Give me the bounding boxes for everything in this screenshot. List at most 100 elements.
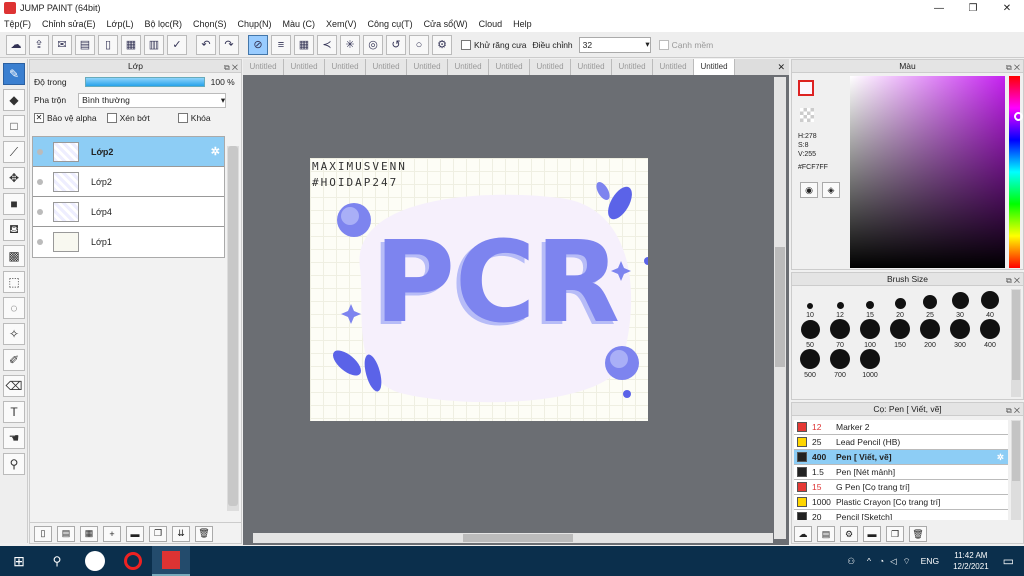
export-icon[interactable]: ⇪ [29,34,49,55]
maximize-button[interactable]: ❐ [956,0,990,16]
doc-tab[interactable]: Untitled [325,59,366,75]
clock[interactable]: 11:42 AM 12/2/2021 [953,550,989,572]
antialias-toggle[interactable]: Khử răng cưa [461,39,527,50]
panel-float-close-icon[interactable]: ⧉ ✕ [1006,61,1020,74]
cloud-brush-icon[interactable]: ☁ [794,526,812,542]
brush-item[interactable]: 1.5 Pen [Nét mảnh] [794,465,1008,480]
visibility-icon[interactable] [37,178,43,185]
doc-tab[interactable]: Untitled [243,59,284,75]
brush-size-option[interactable]: 25 [915,289,945,319]
search-icon[interactable]: ⚲ [38,546,76,576]
transparent-swatch[interactable] [800,108,814,122]
doc-tab[interactable]: Untitled [448,59,489,75]
brush-list-scrollbar[interactable] [1011,420,1021,520]
bucket-tool-icon[interactable]: ⛾ [3,219,25,241]
snap-settings-icon[interactable]: ⚙ [432,34,452,55]
move-tool-icon[interactable]: ✥ [3,167,25,189]
hue-handle[interactable] [1014,112,1023,121]
comment-icon[interactable]: ✉ [52,34,72,55]
layer-item[interactable]: Lớp2 ✲ [33,137,224,167]
ellipse-snap-icon[interactable]: ○ [409,34,429,55]
gear-icon[interactable]: ✲ [211,145,220,158]
palette-edit-icon[interactable]: ◈ [822,182,840,198]
people-icon[interactable]: ⚇ [847,556,855,567]
brush-folder-icon[interactable]: ▬ [863,526,881,542]
menu-view[interactable]: Xem(V) [326,19,357,29]
brush-item[interactable]: 20 Pencil [Sketch] [794,510,1008,520]
duplicate-icon[interactable]: ❐ [149,525,167,542]
menu-help[interactable]: Help [513,19,532,29]
gradient-tool-icon[interactable]: ▩ [3,245,25,267]
speaker-icon[interactable]: ◁ [890,556,897,567]
brush-item[interactable]: 25 Lead Pencil (HB) [794,435,1008,450]
opacity-slider[interactable] [84,77,205,87]
panel-float-close-icon[interactable]: ⧉ ✕ [1006,404,1020,417]
doc-tab[interactable]: Untitled [571,59,612,75]
concentric-snap-icon[interactable]: ◎ [363,34,383,55]
menu-color[interactable]: Màu (C) [283,19,316,29]
undo-icon[interactable]: ↶ [196,34,216,55]
menu-cloud[interactable]: Cloud [479,19,503,29]
antialias-checkbox[interactable] [461,39,471,50]
message-icon[interactable]: ▤ [75,34,95,55]
brush-size-option[interactable]: 15 [855,289,885,319]
doc-tab-active[interactable]: Untitled [694,59,735,75]
brush-size-option[interactable]: 700 [825,349,855,379]
menu-file[interactable]: Tệp(F) [4,19,31,29]
new-layer-icon[interactable]: ▯ [34,525,52,542]
minimize-button[interactable]: — [922,0,956,16]
page-icon[interactable]: ▯ [98,34,118,55]
brush-size-option[interactable]: 500 [795,349,825,379]
visibility-icon[interactable] [37,148,43,155]
cloud-save-icon[interactable]: ☁ [6,34,26,55]
brush-size-scrollbar[interactable] [1011,289,1021,397]
doc-tab[interactable]: Untitled [284,59,325,75]
curve-snap-icon[interactable]: ↺ [386,34,406,55]
close-button[interactable]: ✕ [990,0,1024,16]
pen-tool-icon[interactable]: ✎ [3,63,25,85]
brush-size-option[interactable]: 70 [825,319,855,349]
doc-tab[interactable]: Untitled [653,59,694,75]
palette-icon[interactable]: ◉ [800,182,818,198]
magic-wand-tool-icon[interactable]: ✧ [3,323,25,345]
grid-snap-icon[interactable]: ▦ [294,34,314,55]
brush-size-option[interactable]: 300 [945,319,975,349]
add-brush-icon[interactable]: ▤ [817,526,835,542]
jump-paint-app-icon[interactable] [152,546,190,576]
menu-capture[interactable]: Chụp(N) [238,19,272,29]
visibility-icon[interactable] [37,239,43,245]
hue-slider[interactable] [1009,76,1020,268]
menu-edit[interactable]: Chỉnh sửa(E) [42,19,96,29]
smooth-select[interactable]: 32 ▾ [578,36,651,53]
layer-item[interactable]: Lớp4 [33,197,224,227]
menu-filter[interactable]: Bộ lọc(R) [144,19,182,29]
brush-size-option[interactable]: 40 [975,289,1005,319]
zalo-app-icon[interactable] [76,546,114,576]
brush-item[interactable]: 12 Marker 2 [794,420,1008,435]
brush-size-option[interactable]: 12 [825,289,855,319]
brush-size-option[interactable]: 50 [795,319,825,349]
rect-select-tool-icon[interactable]: ⬚ [3,271,25,293]
lock-checkbox[interactable] [177,113,188,123]
brush-size-option[interactable]: 10 [795,289,825,319]
trash-icon[interactable]: 🗑 [909,526,927,542]
visibility-icon[interactable] [37,208,43,215]
layer-item[interactable]: Lớp2 [33,167,224,197]
folder-icon[interactable]: ▬ [126,525,144,542]
burst-snap-icon[interactable]: ✳ [340,34,360,55]
menu-tools[interactable]: Công cụ(T) [368,19,413,29]
select-eraser-tool-icon[interactable]: ⌫ [3,375,25,397]
fill-rect-tool-icon[interactable]: ■ [3,193,25,215]
brush-item[interactable]: 400 Pen [ Viết, vẽ] ✲ [794,450,1008,465]
brush-size-option[interactable]: 150 [885,319,915,349]
brush-size-option[interactable]: 1000 [855,349,885,379]
trash-icon[interactable]: 🗑 [195,525,213,542]
menu-window[interactable]: Cửa sổ(W) [424,19,468,29]
doc-tab[interactable]: Untitled [407,59,448,75]
protect-alpha-checkbox[interactable]: ✕ [34,113,44,123]
artwork-page[interactable]: MAXIMUSVENN #HOIDAP247 PCR [310,158,648,421]
new-raster-icon[interactable]: ▤ [57,525,75,542]
brush-size-option[interactable]: 30 [945,289,975,319]
radial-snap-icon[interactable]: ≺ [317,34,337,55]
brush-settings-icon[interactable]: ⚙ [840,526,858,542]
